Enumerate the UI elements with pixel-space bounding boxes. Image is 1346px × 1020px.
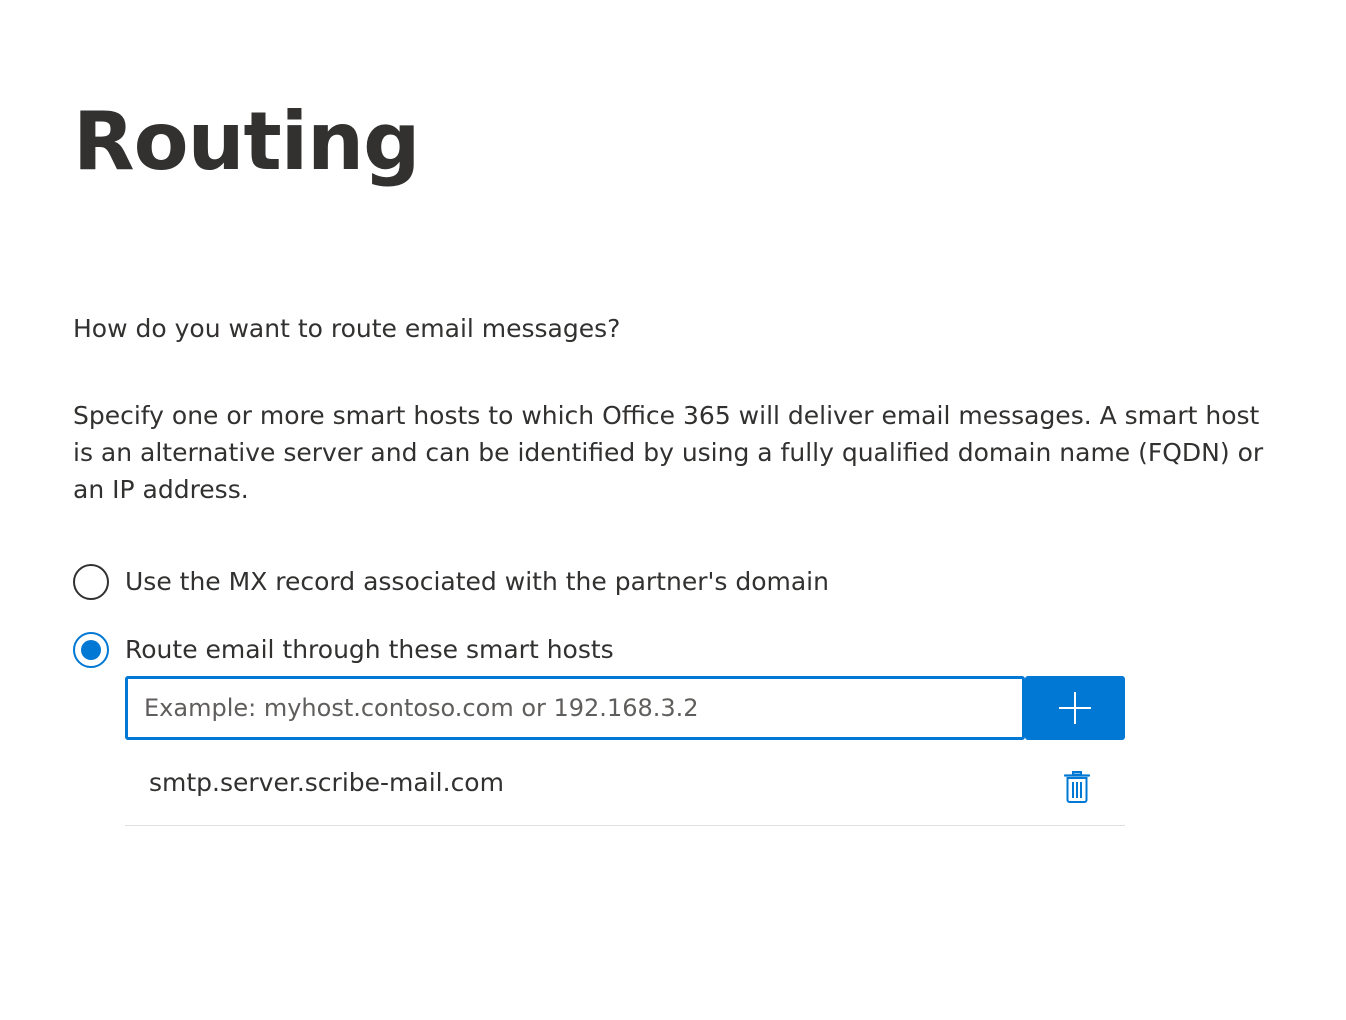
radio-button-checked[interactable]	[73, 632, 109, 668]
page-title: Routing	[73, 95, 420, 188]
smart-host-input[interactable]	[125, 676, 1025, 740]
smart-host-value: smtp.server.scribe-mail.com	[149, 768, 504, 797]
routing-description: Specify one or more smart hosts to which…	[73, 401, 1264, 504]
routing-page: Routing How do you want to route email m…	[0, 0, 1346, 1020]
add-smart-host-button[interactable]	[1025, 676, 1125, 740]
radio-option-smart-hosts[interactable]: Route email through these smart hosts	[73, 630, 614, 670]
plus-icon	[1059, 692, 1091, 724]
smart-host-list: smtp.server.scribe-mail.com	[125, 744, 1125, 826]
radio-button-unchecked[interactable]	[73, 564, 109, 600]
radio-label-smart-hosts: Route email through these smart hosts	[125, 635, 614, 664]
routing-question: How do you want to route email messages?	[73, 314, 621, 343]
smart-host-row: smtp.server.scribe-mail.com	[125, 744, 1125, 826]
radio-option-mx-record[interactable]: Use the MX record associated with the pa…	[73, 562, 829, 602]
delete-smart-host-button[interactable]	[1055, 762, 1099, 806]
trash-icon	[1055, 770, 1099, 804]
radio-label-mx-record: Use the MX record associated with the pa…	[125, 567, 829, 596]
